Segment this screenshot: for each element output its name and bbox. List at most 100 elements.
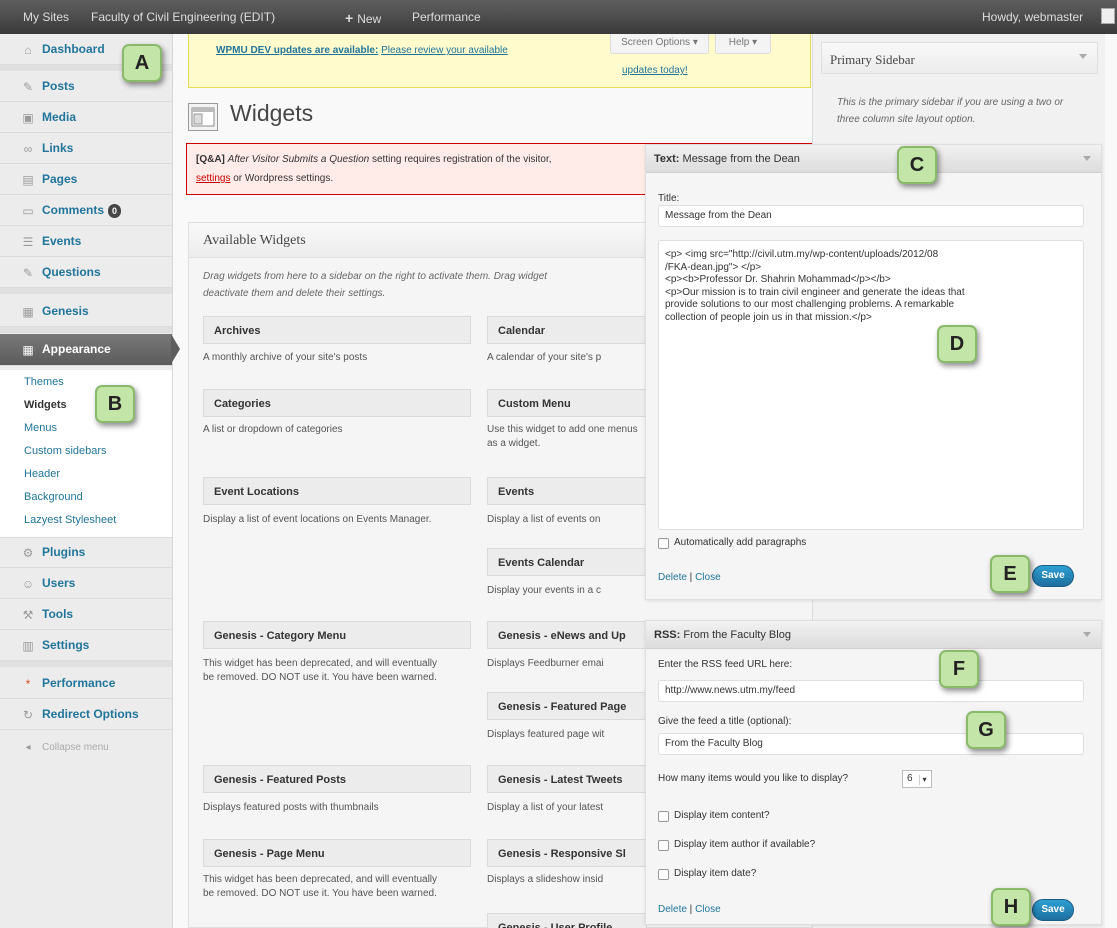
menu-separator — [0, 288, 172, 294]
widget-events-calendar[interactable]: Events Calendar — [487, 548, 647, 576]
items-count-select[interactable]: 6 ▾ — [902, 770, 932, 788]
events-icon: ☰ — [22, 235, 34, 249]
performance-link[interactable]: Performance — [412, 10, 481, 24]
submenu-custom-sidebars[interactable]: Custom sidebars — [24, 445, 107, 457]
chevron-down-icon[interactable] — [1079, 54, 1087, 59]
items-count-value: 6 — [907, 773, 913, 784]
close-link[interactable]: Close — [695, 572, 721, 583]
widget-genesis-featured-posts[interactable]: Genesis - Featured Posts — [203, 765, 471, 793]
widget-genesis-responsive-slider[interactable]: Genesis - Responsive Sl — [487, 839, 647, 867]
sidebar-item-links[interactable]: ∞ Links — [0, 133, 172, 164]
submenu-header[interactable]: Header — [24, 468, 60, 480]
primary-sidebar-header[interactable]: Primary Sidebar — [821, 42, 1098, 74]
submenu-menus[interactable]: Menus — [24, 422, 57, 434]
available-widgets-title: Available Widgets — [203, 233, 306, 248]
widget-genesis-page-menu[interactable]: Genesis - Page Menu — [203, 839, 471, 867]
sidebar-item-comments[interactable]: ▭ Comments 0 — [0, 195, 172, 226]
new-content-link[interactable]: + New — [345, 10, 381, 26]
site-name-link[interactable]: Faculty of Civil Engineering (EDIT) — [91, 10, 275, 24]
sidebar-item-appearance[interactable]: ▦ Appearance — [0, 334, 180, 366]
performance-icon: * — [25, 677, 31, 691]
rss-widget-header[interactable]: RSS: From the Faculty Blog — [646, 621, 1101, 649]
chevron-down-icon[interactable] — [1083, 632, 1091, 637]
annotation-tag-a: A — [122, 44, 162, 82]
rss-url-field[interactable]: http://www.news.utm.my/feed — [658, 680, 1084, 702]
submenu-widgets[interactable]: Widgets — [24, 399, 67, 411]
sidebar-item-plugins[interactable]: ⚙ Plugins — [0, 537, 172, 568]
updates-today-link[interactable]: updates today! — [622, 65, 688, 76]
delete-link[interactable]: Delete — [658, 904, 687, 915]
display-date-checkbox[interactable] — [658, 869, 669, 880]
widget-categories[interactable]: Categories — [203, 389, 471, 417]
text-widget-header[interactable]: Text: Message from the Dean — [646, 145, 1101, 173]
avatar[interactable] — [1101, 8, 1115, 24]
users-icon: ☺ — [21, 577, 35, 591]
menu-separator — [0, 661, 172, 667]
collapse-menu-button[interactable]: ◂ Collapse menu — [0, 732, 172, 763]
widget-description: Displays a slideshow insid — [487, 874, 604, 885]
save-button[interactable]: Save — [1032, 899, 1074, 921]
save-button[interactable]: Save — [1032, 565, 1074, 587]
widget-genesis-user-profile[interactable]: Genesis - User Profile — [487, 913, 647, 928]
sidebar-item-users[interactable]: ☺ Users — [0, 568, 172, 599]
widget-genesis-featured-page[interactable]: Genesis - Featured Page — [487, 692, 647, 720]
review-updates-link[interactable]: Please review your available — [381, 45, 508, 56]
widget-genesis-enews[interactable]: Genesis - eNews and Up — [487, 621, 647, 649]
title-field[interactable]: Message from the Dean — [658, 205, 1084, 227]
widget-instance-title: From the Faculty Blog — [683, 629, 791, 641]
appearance-submenu: Themes Widgets Menus Custom sidebars Hea… — [0, 370, 172, 538]
submenu-lazyest-stylesheet[interactable]: Lazyest Stylesheet — [24, 514, 116, 526]
sidebar-item-settings[interactable]: ▥ Settings — [0, 630, 172, 661]
widget-genesis-latest-tweets[interactable]: Genesis - Latest Tweets — [487, 765, 647, 793]
widget-description: Use this widget to add one menus as a wi… — [487, 424, 638, 449]
display-content-checkbox[interactable] — [658, 811, 669, 822]
error-line-2: settings or Wordpress settings. — [196, 173, 333, 184]
sidebar-item-pages[interactable]: ▤ Pages — [0, 164, 172, 195]
widget-genesis-category-menu[interactable]: Genesis - Category Menu — [203, 621, 471, 649]
link-icon: ∞ — [23, 142, 33, 156]
sidebar-item-questions[interactable]: ✎ Questions — [0, 257, 172, 288]
sidebar-item-performance[interactable]: * Performance — [0, 668, 172, 699]
sidebar-item-events[interactable]: ☰ Events — [0, 226, 172, 257]
update-notice-text: WPMU DEV updates are available: Please r… — [216, 45, 508, 56]
chevron-down-icon: ▾ — [919, 775, 929, 785]
display-content-label: Display item content? — [674, 810, 770, 821]
error-tail: or Wordpress settings. — [233, 173, 334, 184]
display-date-label: Display item date? — [674, 868, 757, 879]
error-prefix: [Q&A] — [196, 154, 225, 165]
widget-archives[interactable]: Archives — [203, 316, 471, 344]
widget-description: Display a list of your latest — [487, 802, 604, 813]
widget-instance-title: Message from the Dean — [682, 153, 800, 165]
widget-event-locations[interactable]: Event Locations — [203, 477, 471, 505]
tools-icon: ⚒ — [22, 608, 34, 622]
comments-label: Comments — [42, 203, 105, 217]
delete-link[interactable]: Delete — [658, 572, 687, 583]
update-link[interactable]: WPMU DEV updates are available: — [216, 45, 378, 56]
sidebar-item-redirect-options[interactable]: ↻ Redirect Options — [0, 699, 172, 730]
my-sites-link[interactable]: My Sites — [23, 10, 69, 24]
sidebar-item-genesis[interactable]: ▦ Genesis — [0, 296, 172, 327]
submenu-themes[interactable]: Themes — [24, 376, 64, 388]
help-button[interactable]: Help ▾ — [715, 34, 771, 54]
update-notice: WPMU DEV updates are available: Please r… — [188, 34, 811, 88]
widget-events[interactable]: Events — [487, 477, 647, 505]
settings-link[interactable]: settings — [196, 173, 230, 184]
display-author-label: Display item author if available? — [674, 839, 816, 850]
rss-title-field[interactable]: From the Faculty Blog — [658, 733, 1084, 755]
widget-description: Displays Feedburner emai — [487, 658, 604, 669]
widget-calendar[interactable]: Calendar — [487, 316, 647, 344]
sidebar-item-media[interactable]: ▣ Media — [0, 102, 172, 133]
sidebar-item-tools[interactable]: ⚒ Tools — [0, 599, 172, 630]
chevron-down-icon[interactable] — [1083, 156, 1091, 161]
howdy-user-link[interactable]: Howdy, webmaster — [982, 10, 1083, 24]
display-author-checkbox[interactable] — [658, 840, 669, 851]
sidebar-label: Dashboard — [42, 42, 105, 56]
auto-paragraphs-checkbox[interactable] — [658, 538, 669, 549]
close-link[interactable]: Close — [695, 904, 721, 915]
submenu-background[interactable]: Background — [24, 491, 83, 503]
screen-options-button[interactable]: Screen Options ▾ — [610, 34, 709, 54]
screen-options-label: Screen Options — [621, 37, 691, 48]
sidebar-label: Comments 0 — [42, 203, 122, 218]
widget-custom-menu[interactable]: Custom Menu — [487, 389, 647, 417]
text-content-area[interactable]: <p> <img src="http://civil.utm.my/wp-con… — [658, 240, 1084, 530]
